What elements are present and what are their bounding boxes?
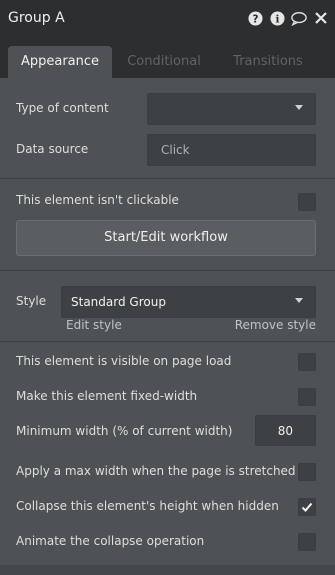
not-clickable-label: This element isn't clickable: [16, 193, 179, 207]
collapse-height-label: Collapse this element's height when hidd…: [16, 499, 279, 513]
visible-on-load-checkbox[interactable]: [298, 353, 316, 371]
divider: [0, 178, 335, 179]
close-icon[interactable]: [313, 10, 329, 26]
tab-appearance[interactable]: Appearance: [8, 46, 112, 78]
comment-icon[interactable]: [291, 10, 307, 26]
checkmark-icon: [301, 502, 313, 512]
min-width-input[interactable]: 80: [255, 415, 316, 446]
data-source-field[interactable]: Click: [147, 134, 316, 166]
tab-conditional[interactable]: Conditional: [112, 46, 216, 78]
property-editor-panel: Group A ? i Appearance Conditional Trans…: [0, 0, 335, 575]
fixed-width-label: Make this element fixed-width: [16, 389, 198, 403]
chevron-down-icon: [295, 298, 303, 303]
style-label: Style: [16, 294, 47, 308]
chevron-down-icon: [295, 105, 303, 110]
divider: [0, 341, 335, 342]
max-width-checkbox[interactable]: [298, 463, 316, 481]
style-dropdown[interactable]: Standard Group: [61, 286, 316, 318]
animate-collapse-checkbox[interactable]: [298, 533, 316, 551]
divider: [0, 270, 335, 271]
title-bar: Group A ? i: [0, 0, 335, 38]
svg-text:?: ?: [252, 13, 258, 25]
max-width-label: Apply a max width when the page is stret…: [16, 464, 296, 478]
svg-text:i: i: [275, 13, 279, 25]
min-width-label: Minimum width (% of current width): [16, 424, 233, 438]
remove-style-link[interactable]: Remove style: [235, 318, 316, 332]
animate-collapse-label: Animate the collapse operation: [16, 534, 205, 548]
data-source-label: Data source: [16, 142, 89, 156]
element-name[interactable]: Group A: [8, 10, 65, 26]
collapse-height-checkbox[interactable]: [298, 498, 316, 516]
bottom-edge: [0, 565, 335, 575]
fixed-width-checkbox[interactable]: [298, 388, 316, 406]
style-value: Standard Group: [71, 295, 166, 309]
start-edit-workflow-button[interactable]: Start/Edit workflow: [16, 220, 316, 256]
tab-transitions[interactable]: Transitions: [216, 46, 320, 78]
tab-bar: Appearance Conditional Transitions: [0, 38, 335, 79]
info-icon[interactable]: i: [269, 10, 285, 26]
header-icons: ? i: [247, 10, 329, 26]
edit-style-link[interactable]: Edit style: [66, 318, 122, 332]
type-of-content-dropdown[interactable]: [147, 93, 316, 125]
help-icon[interactable]: ?: [247, 10, 263, 26]
visible-on-load-label: This element is visible on page load: [16, 354, 232, 368]
type-of-content-label: Type of content: [16, 101, 109, 115]
not-clickable-checkbox[interactable]: [298, 193, 316, 211]
